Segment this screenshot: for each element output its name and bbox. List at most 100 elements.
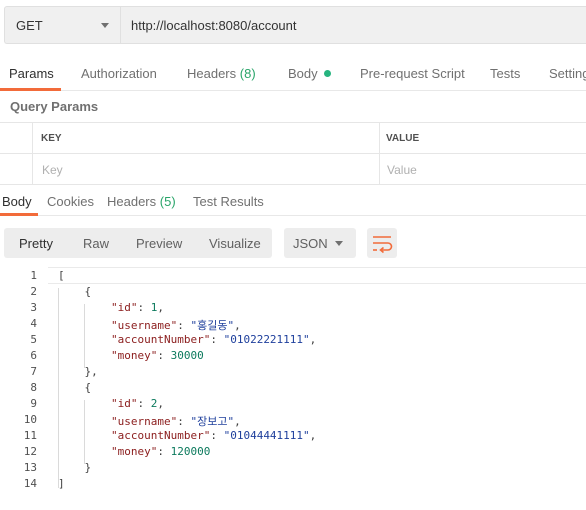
request-tabs: Params Authorization Headers (8) Body Pr…: [0, 56, 586, 91]
url-text: http://localhost:8080/account: [131, 18, 297, 33]
tab-body[interactable]: Body: [288, 66, 331, 81]
json-punctuation: :: [177, 415, 191, 428]
response-tab-test-results[interactable]: Test Results: [193, 194, 264, 209]
code-line: "id": 2,: [58, 397, 164, 410]
json-punctuation: [58, 429, 111, 442]
chevron-down-icon: [335, 241, 343, 246]
value-input[interactable]: Value: [387, 163, 417, 177]
code-line: "money": 30000: [58, 349, 204, 362]
json-punctuation: [58, 397, 111, 410]
json-punctuation: :: [137, 397, 151, 410]
url-input[interactable]: http://localhost:8080/account: [120, 6, 586, 44]
tab-prerequest-script[interactable]: Pre-request Script: [360, 66, 465, 81]
code-line: }: [58, 461, 91, 474]
line-number: 9: [30, 397, 37, 410]
json-punctuation: :: [157, 349, 171, 362]
json-key: "id": [110, 397, 138, 410]
raw-button[interactable]: Raw: [83, 236, 109, 251]
tab-params[interactable]: Params: [9, 66, 54, 81]
code-line: },: [58, 365, 98, 378]
json-punctuation: :: [157, 445, 171, 458]
json-key: "accountNumber": [110, 333, 211, 346]
json-punctuation: [58, 349, 111, 362]
json-key: "accountNumber": [110, 429, 211, 442]
wrap-lines-button[interactable]: [367, 228, 397, 258]
response-active-tab-indicator: [0, 213, 38, 216]
query-params-table: KEY VALUE Key Value: [0, 122, 586, 185]
json-value: "01022221111": [223, 333, 310, 346]
code-line: "money": 120000: [58, 445, 210, 458]
method-select[interactable]: GET: [4, 6, 120, 44]
response-headers-count: (5): [159, 194, 176, 209]
json-punctuation: ,: [309, 333, 317, 346]
response-tabs-border: [0, 215, 586, 216]
pretty-button[interactable]: Pretty: [19, 236, 53, 251]
chevron-down-icon: [101, 23, 109, 28]
json-key: "username": [110, 319, 178, 332]
line-number: 1: [30, 269, 37, 282]
query-params-title: Query Params: [10, 99, 99, 114]
response-tab-body[interactable]: Body: [2, 194, 32, 209]
key-header: KEY: [41, 133, 62, 144]
line-number: 5: [30, 333, 37, 346]
json-key: "id": [110, 301, 138, 314]
code-line: {: [58, 381, 91, 394]
dot-icon: [323, 70, 331, 77]
tab-settings[interactable]: Settings: [549, 66, 586, 81]
line-number: 11: [23, 429, 37, 442]
line-number: 13: [23, 461, 37, 474]
json-punctuation: {: [58, 285, 92, 298]
code-line: "username": "홍길동",: [58, 317, 241, 333]
table-row-divider: [0, 153, 586, 154]
table-border-bottom: [0, 184, 586, 185]
line-number: 14: [23, 477, 37, 490]
response-tab-cookies[interactable]: Cookies: [47, 194, 94, 209]
json-punctuation: ,: [157, 301, 164, 314]
key-input[interactable]: Key: [42, 163, 63, 177]
value-header: VALUE: [386, 133, 420, 144]
json-punctuation: [58, 301, 111, 314]
line-number: 10: [23, 413, 37, 426]
json-value: "홍길동": [190, 319, 235, 332]
json-punctuation: [58, 415, 111, 428]
response-tab-headers-label: Headers: [107, 194, 157, 209]
code-line: "username": "장보고",: [58, 413, 241, 429]
current-line-highlight: [48, 267, 586, 284]
table-border-top: [0, 122, 586, 123]
tab-headers-label: Headers: [187, 66, 237, 81]
line-number: 3: [30, 301, 37, 314]
code-line: "accountNumber": "01044441111",: [58, 429, 316, 442]
response-tab-headers[interactable]: Headers (5): [107, 194, 176, 209]
line-number: 6: [30, 349, 37, 362]
json-value: "장보고": [190, 415, 235, 428]
tab-tests[interactable]: Tests: [490, 66, 520, 81]
line-number: 12: [23, 445, 37, 458]
json-punctuation: [58, 333, 111, 346]
headers-count: (8): [239, 66, 256, 81]
json-value: "01044441111": [223, 429, 310, 442]
tab-headers[interactable]: Headers (8): [187, 66, 256, 81]
active-tab-indicator: [0, 88, 61, 91]
json-punctuation: [: [58, 269, 65, 282]
tab-authorization[interactable]: Authorization: [81, 66, 157, 81]
visualize-button[interactable]: Visualize: [209, 236, 261, 251]
json-key: "money": [110, 445, 158, 458]
json-punctuation: ,: [234, 319, 241, 332]
json-value: 120000: [170, 445, 211, 458]
code-line: [: [58, 269, 65, 282]
format-select[interactable]: JSON: [284, 228, 356, 258]
method-label: GET: [16, 18, 43, 33]
json-punctuation: },: [58, 365, 98, 378]
format-label: JSON: [293, 236, 328, 251]
code-line: ]: [58, 477, 65, 490]
json-punctuation: }: [58, 461, 92, 474]
json-punctuation: ]: [58, 477, 65, 490]
json-punctuation: ,: [157, 397, 164, 410]
code-line: "id": 1,: [58, 301, 164, 314]
json-key: "money": [110, 349, 158, 362]
code-line: "accountNumber": "01022221111",: [58, 333, 316, 346]
line-number: 4: [30, 317, 37, 330]
line-number: 8: [30, 381, 37, 394]
preview-button[interactable]: Preview: [136, 236, 182, 251]
json-punctuation: :: [210, 429, 224, 442]
